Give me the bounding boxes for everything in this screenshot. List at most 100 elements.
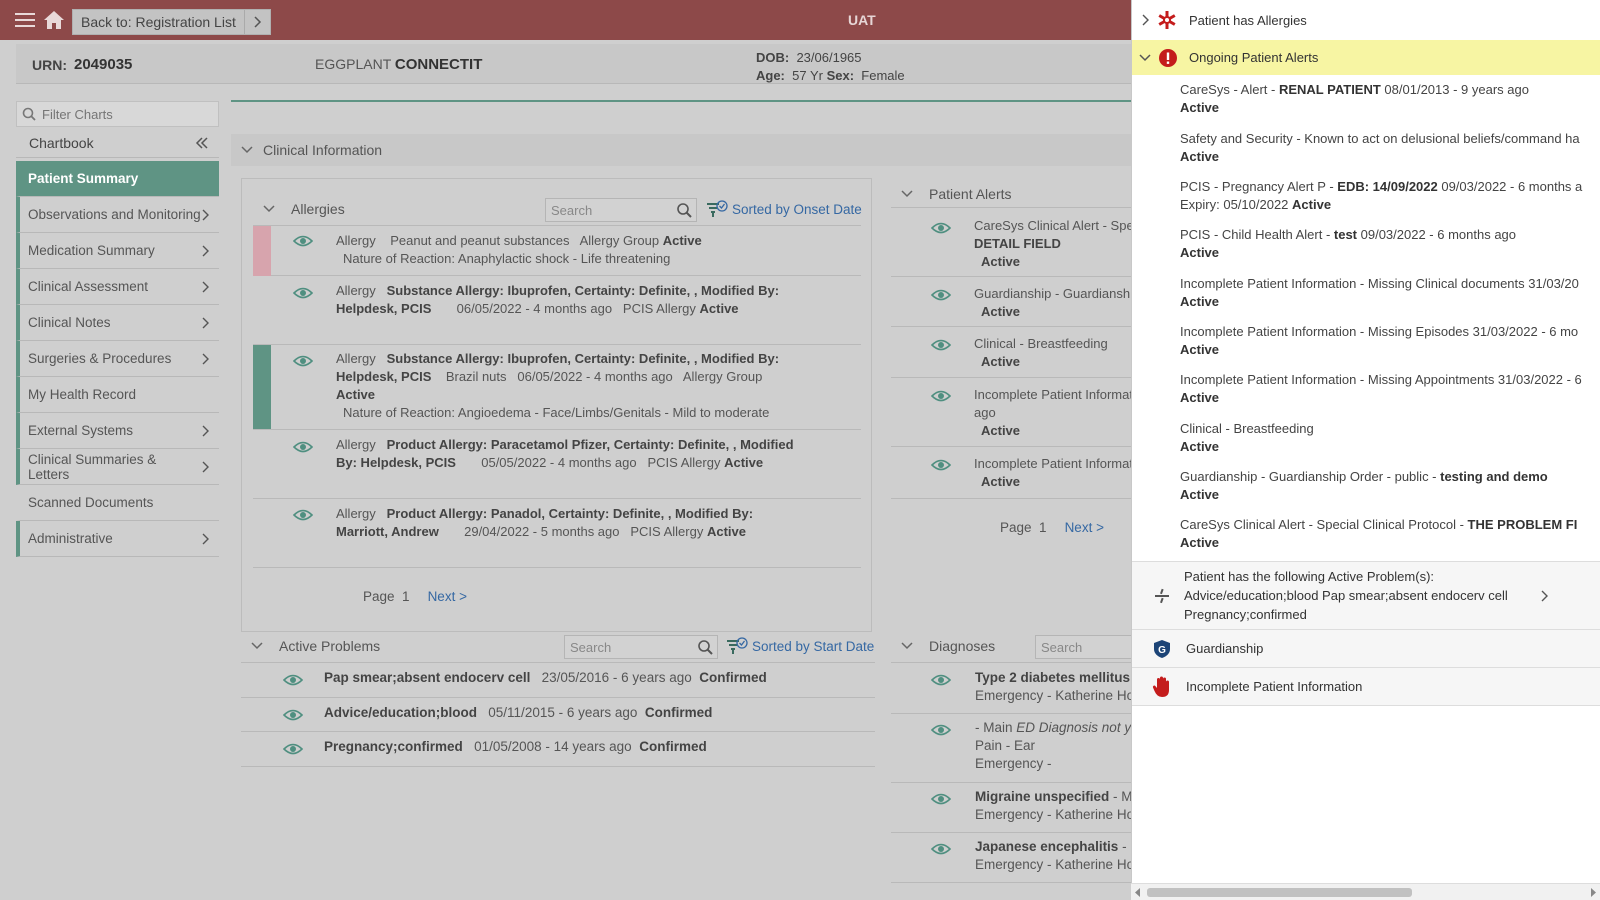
nav-item-my-health-record[interactable]: My Health Record (16, 377, 219, 413)
search-icon (676, 202, 692, 218)
allergies-header[interactable]: Allergies (263, 201, 345, 217)
nav-item-administrative[interactable]: Administrative (16, 521, 219, 557)
allergies-next-link[interactable]: Next > (428, 589, 467, 604)
chevron-right-icon (201, 317, 209, 329)
nav-item-surgeries-procedures[interactable]: Surgeries & Procedures (16, 341, 219, 377)
allergies-search-input[interactable]: Search (545, 198, 697, 222)
eye-icon[interactable] (931, 842, 951, 856)
eye-icon[interactable] (931, 338, 951, 352)
nav-item-label: Clinical Assessment (28, 279, 149, 294)
age-label: Age: (756, 68, 785, 83)
alert-text: Incomplete Patient Information - Missing… (1180, 324, 1579, 339)
ongoing-alert-item[interactable]: Incomplete Patient Information - Missing… (1180, 275, 1579, 311)
allergy-row-text: Allergy Product Allergy: Paracetamol Pfi… (336, 436, 794, 472)
ongoing-alert-item[interactable]: PCIS - Pregnancy Alert P - EDB: 14/09/20… (1180, 178, 1582, 214)
eye-icon[interactable] (931, 723, 951, 737)
ongoing-patient-alerts-row[interactable]: Ongoing Patient Alerts (1132, 40, 1600, 75)
incomplete-patient-info-row[interactable]: Incomplete Patient Information (1132, 668, 1600, 706)
eye-icon[interactable] (293, 234, 313, 248)
urn-label: URN: (32, 57, 67, 73)
page-label: Page (1000, 520, 1032, 535)
eye-icon[interactable] (283, 708, 303, 722)
allergies-sort-link[interactable]: Sorted by Onset Date (706, 200, 862, 218)
diagnosis-name: Type 2 diabetes mellitus w (975, 670, 1145, 685)
active-problems-sort-link[interactable]: Sorted by Start Date (726, 637, 874, 655)
alert-expiry: Expiry: 05/10/2022 (1180, 197, 1293, 212)
nav-item-medication-summary[interactable]: Medication Summary (16, 233, 219, 269)
page-label: Page (363, 589, 395, 604)
chevron-right-icon (201, 461, 209, 473)
nav-item-label: Surgeries & Procedures (28, 351, 172, 366)
alert-text: PCIS - Pregnancy Alert P - (1180, 179, 1338, 194)
summary-line: Pregnancy;confirmed (1184, 607, 1307, 622)
eye-icon[interactable] (931, 458, 951, 472)
nav-item-clinical-notes[interactable]: Clinical Notes (16, 305, 219, 341)
eye-icon[interactable] (293, 440, 313, 454)
diagnoses-header[interactable]: Diagnoses (901, 638, 995, 654)
scroll-right-arrow-icon[interactable] (1590, 888, 1596, 897)
allergy-type: Allergy (336, 506, 376, 521)
allergy-type: Allergy (336, 283, 376, 298)
eye-icon[interactable] (931, 389, 951, 403)
horizontal-scrollbar[interactable] (1131, 883, 1600, 900)
home-icon[interactable] (42, 9, 66, 31)
diagnoses-search-input[interactable]: Search (1035, 635, 1131, 659)
scroll-left-arrow-icon[interactable] (1135, 888, 1141, 897)
ongoing-alert-item[interactable]: Guardianship - Guardianship Order - publ… (1180, 468, 1548, 504)
eye-icon[interactable] (931, 792, 951, 806)
active-problems-search-input[interactable]: Search (564, 635, 718, 659)
ongoing-alert-item[interactable]: Clinical - Breastfeeding Active (1180, 420, 1314, 456)
patient-alerts-header[interactable]: Patient Alerts (901, 186, 1012, 202)
nav-item-scanned-documents[interactable]: Scanned Documents (16, 485, 219, 521)
alert-row-text: Clinical - Breastfeeding Active (974, 335, 1108, 371)
eye-icon[interactable] (283, 742, 303, 756)
active-problems-summary-row[interactable]: Patient has the following Active Problem… (1132, 561, 1600, 630)
eye-icon[interactable] (931, 673, 951, 687)
ongoing-alert-item[interactable]: Incomplete Patient Information - Missing… (1180, 323, 1578, 359)
clinical-information-header[interactable]: Clinical Information (231, 134, 1131, 166)
allergy-substance: Peanut and peanut substances (390, 233, 570, 248)
diagnosis-detail: Emergency - Katherine Ho (975, 688, 1135, 703)
eye-icon[interactable] (283, 673, 303, 687)
active-problems-header[interactable]: Active Problems (251, 638, 380, 654)
chevron-down-icon (901, 642, 913, 650)
nav-item-clinical-summaries-letters[interactable]: Clinical Summaries & Letters (16, 449, 219, 485)
patient-demographics: DOB: 23/06/1965 Age: 57 Yr Sex: Female (756, 49, 905, 85)
patient-banner: URN: 2049035 EGGPLANT CONNECTIT DOB: 23/… (16, 44, 1146, 84)
eye-icon[interactable] (293, 508, 313, 522)
back-to-registration-list-button[interactable]: Back to: Registration List (72, 9, 271, 35)
nav-item-patient-summary[interactable]: Patient Summary (16, 161, 219, 197)
nav-item-observations-and-monitoring[interactable]: Observations and Monitoring (16, 197, 219, 233)
allergy-status: Active (662, 233, 702, 248)
ongoing-alert-item[interactable]: Safety and Security - Known to act on de… (1180, 130, 1580, 166)
patient-has-allergies-row[interactable]: Patient has Allergies (1132, 0, 1600, 40)
problem-row-text: Advice/education;blood 05/11/2015 - 6 ye… (324, 704, 712, 722)
alert-text: Clinical - Breastfeeding (974, 336, 1108, 351)
nav-item-external-systems[interactable]: External Systems (16, 413, 219, 449)
alert-status: Active (1180, 439, 1220, 454)
diagnosis-row: Type 2 diabetes mellitus w Emergency - K… (891, 663, 1144, 714)
alert-text: Incomplete Patient Informati (974, 387, 1136, 402)
ongoing-alert-item[interactable]: CareSys Clinical Alert - Special Clinica… (1180, 516, 1577, 552)
nav-item-clinical-assessment[interactable]: Clinical Assessment (16, 269, 219, 305)
eye-icon[interactable] (931, 288, 951, 302)
chevron-right-icon (201, 281, 209, 293)
ongoing-alert-item[interactable]: PCIS - Child Health Alert - test 09/03/2… (1180, 226, 1516, 262)
allergy-group: PCIS Allergy (630, 524, 704, 539)
allergy-date: 06/05/2022 - 4 months ago (517, 369, 673, 384)
chevron-right-icon (201, 425, 209, 437)
eye-icon[interactable] (931, 221, 951, 235)
allergy-group: PCIS Allergy (647, 455, 721, 470)
patient-alerts-next-link[interactable]: Next > (1065, 520, 1104, 535)
hamburger-menu-icon[interactable] (14, 10, 36, 30)
eye-icon[interactable] (293, 286, 313, 300)
alert-status: Active (981, 304, 1021, 319)
diagnosis-detail: Emergency - Katherine Ho (975, 857, 1135, 872)
eye-icon[interactable] (293, 354, 313, 368)
ongoing-alert-item[interactable]: Incomplete Patient Information - Missing… (1180, 371, 1582, 407)
collapse-sidebar-icon[interactable] (195, 136, 209, 150)
guardianship-row[interactable]: G Guardianship (1132, 630, 1600, 668)
ongoing-alert-item[interactable]: CareSys - Alert - RENAL PATIENT 08/01/20… (1180, 81, 1529, 117)
filter-charts-input[interactable] (42, 106, 212, 122)
scrollbar-thumb[interactable] (1147, 888, 1412, 897)
